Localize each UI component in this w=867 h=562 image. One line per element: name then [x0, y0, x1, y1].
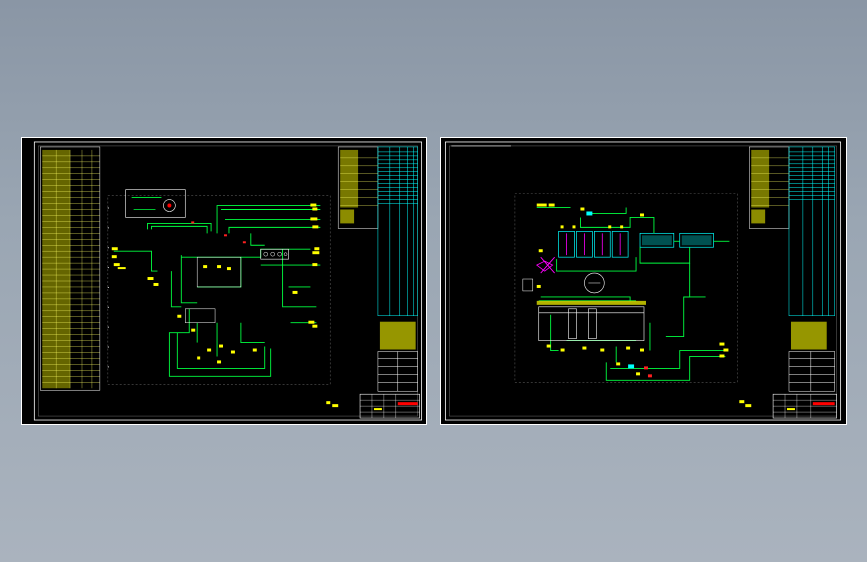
inner-frame: [449, 145, 837, 417]
manifold-block: [260, 248, 289, 260]
general-notes: [379, 321, 416, 350]
notes-table: [337, 146, 379, 229]
diagram-boundary: [514, 193, 738, 383]
drawing-frame: [444, 141, 842, 421]
revision-table: [788, 146, 835, 317]
piping-lines: [113, 205, 321, 377]
legend-symbols: [125, 189, 186, 218]
filter-box: [522, 278, 534, 292]
lower-equipment: [185, 308, 216, 323]
sheet-2-canvas: [444, 141, 842, 421]
title-block-upper: [788, 351, 835, 392]
red-markers: [191, 221, 246, 244]
drawing-sheet-left[interactable]: [21, 137, 427, 425]
revision-table: [377, 146, 418, 317]
title-block: [359, 393, 420, 419]
diagram-boundary: [107, 195, 331, 385]
vessel-header: [536, 300, 646, 305]
valve-tags: [536, 203, 752, 408]
notes-table: [749, 146, 790, 229]
title-block-upper: [377, 351, 418, 392]
parts-list-table: [40, 146, 101, 391]
tank-fills: [642, 235, 712, 246]
title-block: [772, 393, 837, 419]
sheet-1-canvas: [33, 141, 423, 421]
general-notes: [790, 321, 827, 350]
process-vessel: [538, 306, 645, 341]
equipment-frame: [196, 256, 242, 288]
magenta-units: [535, 233, 621, 272]
zone-markers: [107, 207, 109, 368]
drawing-sheet-right[interactable]: [440, 137, 847, 425]
